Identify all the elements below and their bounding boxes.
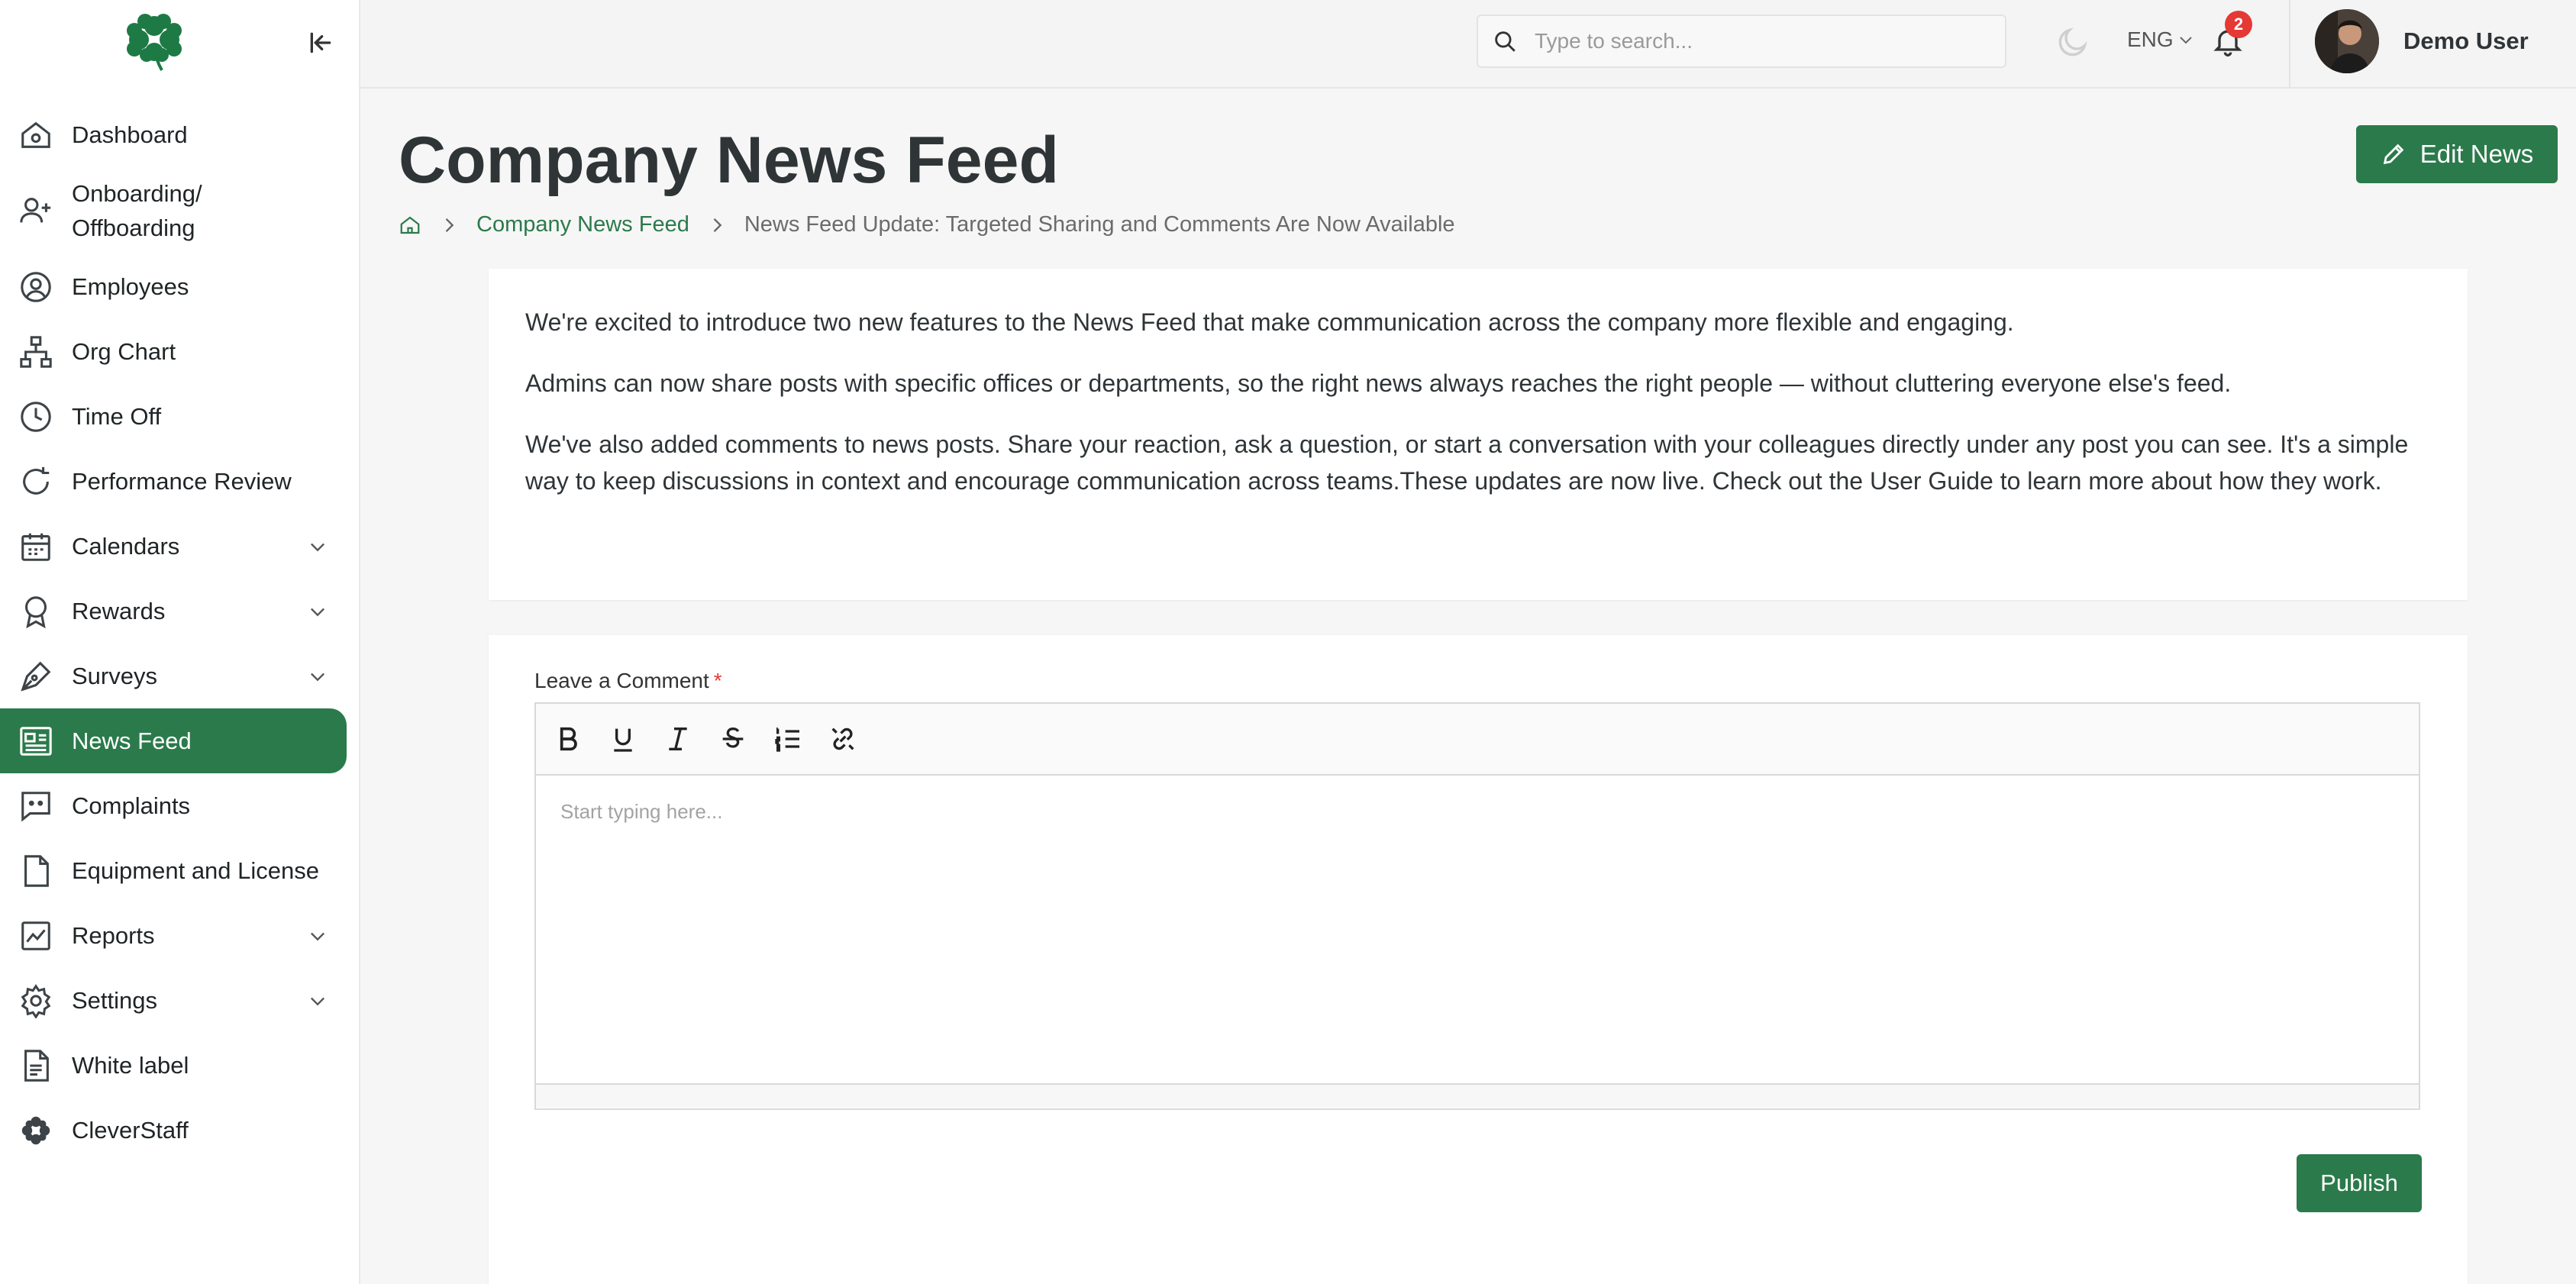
chevron-down-icon xyxy=(2177,31,2195,49)
sidebar-item-surveys[interactable]: Surveys xyxy=(0,644,347,708)
comment-editor xyxy=(534,702,2420,1110)
calendar-icon xyxy=(18,529,53,564)
article-paragraph: We're excited to introduce two new featu… xyxy=(525,308,2014,336)
cleverstaff-icon xyxy=(18,1113,53,1148)
sidebar-item-label: News Feed xyxy=(72,727,192,754)
pen-tool-icon xyxy=(18,659,53,694)
article-paragraph: Admins can now share posts with specific… xyxy=(525,369,2232,397)
search-icon xyxy=(1492,28,1518,54)
sidebar-item-onboarding[interactable]: Onboarding/ Offboarding xyxy=(0,167,347,254)
sidebar-item-label: Equipment and License xyxy=(72,857,320,884)
sidebar-item-label: CleverStaff xyxy=(72,1117,189,1144)
comment-textarea[interactable] xyxy=(536,776,2419,1079)
news-article: We're excited to introduce two new featu… xyxy=(489,269,2468,600)
user-plus-icon xyxy=(18,193,53,228)
avatar[interactable] xyxy=(2315,9,2379,73)
sidebar-item-label: Performance Review xyxy=(72,468,292,495)
sidebar-item-performance-review[interactable]: Performance Review xyxy=(0,449,347,514)
home-icon[interactable] xyxy=(399,214,421,237)
article-paragraph: We've also added comments to news posts.… xyxy=(525,431,2409,495)
sidebar-item-label: Settings xyxy=(72,987,158,1014)
sidebar-item-employees[interactable]: Employees xyxy=(0,254,347,319)
publish-button[interactable]: Publish xyxy=(2297,1154,2422,1212)
chevron-right-icon xyxy=(438,215,460,236)
award-icon xyxy=(18,594,53,629)
sidebar-item-org-chart[interactable]: Org Chart xyxy=(0,319,347,384)
breadcrumb-link[interactable]: Company News Feed xyxy=(476,212,689,237)
edit-news-label: Edit News xyxy=(2419,140,2534,168)
gear-icon xyxy=(18,983,53,1018)
sidebar-item-reports[interactable]: Reports xyxy=(0,903,347,968)
sidebar-item-label: Complaints xyxy=(72,792,191,819)
clock-icon xyxy=(18,399,53,434)
sidebar-item-dashboard[interactable]: Dashboard xyxy=(0,102,347,167)
sidebar-item-settings[interactable]: Settings xyxy=(0,968,347,1033)
clover-logo[interactable] xyxy=(122,9,186,73)
org-chart-icon xyxy=(18,334,53,369)
message-square-icon xyxy=(18,789,53,824)
sidebar-item-label: Employees xyxy=(72,273,189,300)
sidebar-item-label: Calendars xyxy=(72,533,180,560)
sidebar-item-calendars[interactable]: Calendars xyxy=(0,514,347,579)
breadcrumb-current: News Feed Update: Targeted Sharing and C… xyxy=(744,212,1455,237)
chevron-down-icon[interactable] xyxy=(307,990,328,1011)
refresh-icon xyxy=(18,464,53,499)
sidebar-item-label: Reports xyxy=(72,922,155,949)
comment-section: Leave a Comment* Publish xyxy=(489,635,2468,1284)
chart-icon xyxy=(18,918,53,953)
comment-label-text: Leave a Comment xyxy=(534,669,709,692)
user-name[interactable]: Demo User xyxy=(2403,27,2529,55)
sidebar-item-label: Time Off xyxy=(72,403,162,430)
divider xyxy=(2289,0,2290,87)
sidebar-item-label: Surveys xyxy=(72,663,157,689)
editor-statusbar xyxy=(536,1083,2419,1108)
underline-icon[interactable] xyxy=(606,722,640,756)
sidebar-item-equipment-license[interactable]: Equipment and License xyxy=(0,838,347,903)
notification-badge: 2 xyxy=(2225,11,2252,38)
required-mark: * xyxy=(713,669,722,692)
bold-icon[interactable] xyxy=(551,722,585,756)
chevron-down-icon[interactable] xyxy=(307,925,328,947)
sidebar-item-white-label[interactable]: White label xyxy=(0,1033,347,1098)
sidebar-item-label: Rewards xyxy=(72,598,166,624)
sidebar-item-label: Onboarding/ Offboarding xyxy=(72,180,202,241)
language-label: ENG xyxy=(2127,27,2174,51)
pencil-icon xyxy=(2381,141,2407,167)
file-icon xyxy=(18,853,53,889)
ordered-list-icon[interactable] xyxy=(771,722,805,756)
dark-mode-icon[interactable] xyxy=(2055,24,2090,60)
language-selector[interactable]: ENG xyxy=(2127,27,2195,52)
user-circle-icon xyxy=(18,269,53,305)
chevron-down-icon[interactable] xyxy=(307,601,328,622)
editor-toolbar xyxy=(536,704,2419,776)
chevron-down-icon[interactable] xyxy=(307,666,328,687)
search-box[interactable] xyxy=(1477,15,2006,68)
search-input[interactable] xyxy=(1533,28,1994,54)
sidebar-item-label: White label xyxy=(72,1052,189,1079)
sidebar-item-complaints[interactable]: Complaints xyxy=(0,773,347,838)
document-icon xyxy=(18,1048,53,1083)
page-title: Company News Feed xyxy=(399,124,1059,197)
collapse-sidebar-icon[interactable] xyxy=(305,27,336,58)
comment-label: Leave a Comment * xyxy=(534,669,722,693)
sidebar-nav: Dashboard Onboarding/ Offboarding Employ… xyxy=(0,102,360,1163)
sidebar-item-time-off[interactable]: Time Off xyxy=(0,384,347,449)
chevron-down-icon[interactable] xyxy=(307,536,328,557)
topbar: ENG 2 Demo User xyxy=(360,0,2576,89)
newspaper-icon xyxy=(18,724,53,759)
sidebar-item-label: Org Chart xyxy=(72,338,176,365)
breadcrumb: Company News Feed News Feed Update: Targ… xyxy=(399,212,1455,237)
sidebar-item-news-feed[interactable]: News Feed xyxy=(0,708,347,773)
chevron-right-icon xyxy=(706,215,728,236)
unlink-icon[interactable] xyxy=(826,722,860,756)
edit-news-button[interactable]: Edit News xyxy=(2356,125,2558,183)
sidebar-item-rewards[interactable]: Rewards xyxy=(0,579,347,644)
home-icon xyxy=(18,118,53,153)
strikethrough-icon[interactable] xyxy=(716,722,750,756)
sidebar-item-label: Dashboard xyxy=(72,121,188,148)
sidebar: Dashboard Onboarding/ Offboarding Employ… xyxy=(0,0,360,1284)
italic-icon[interactable] xyxy=(661,722,695,756)
sidebar-item-cleverstaff[interactable]: CleverStaff xyxy=(0,1098,347,1163)
